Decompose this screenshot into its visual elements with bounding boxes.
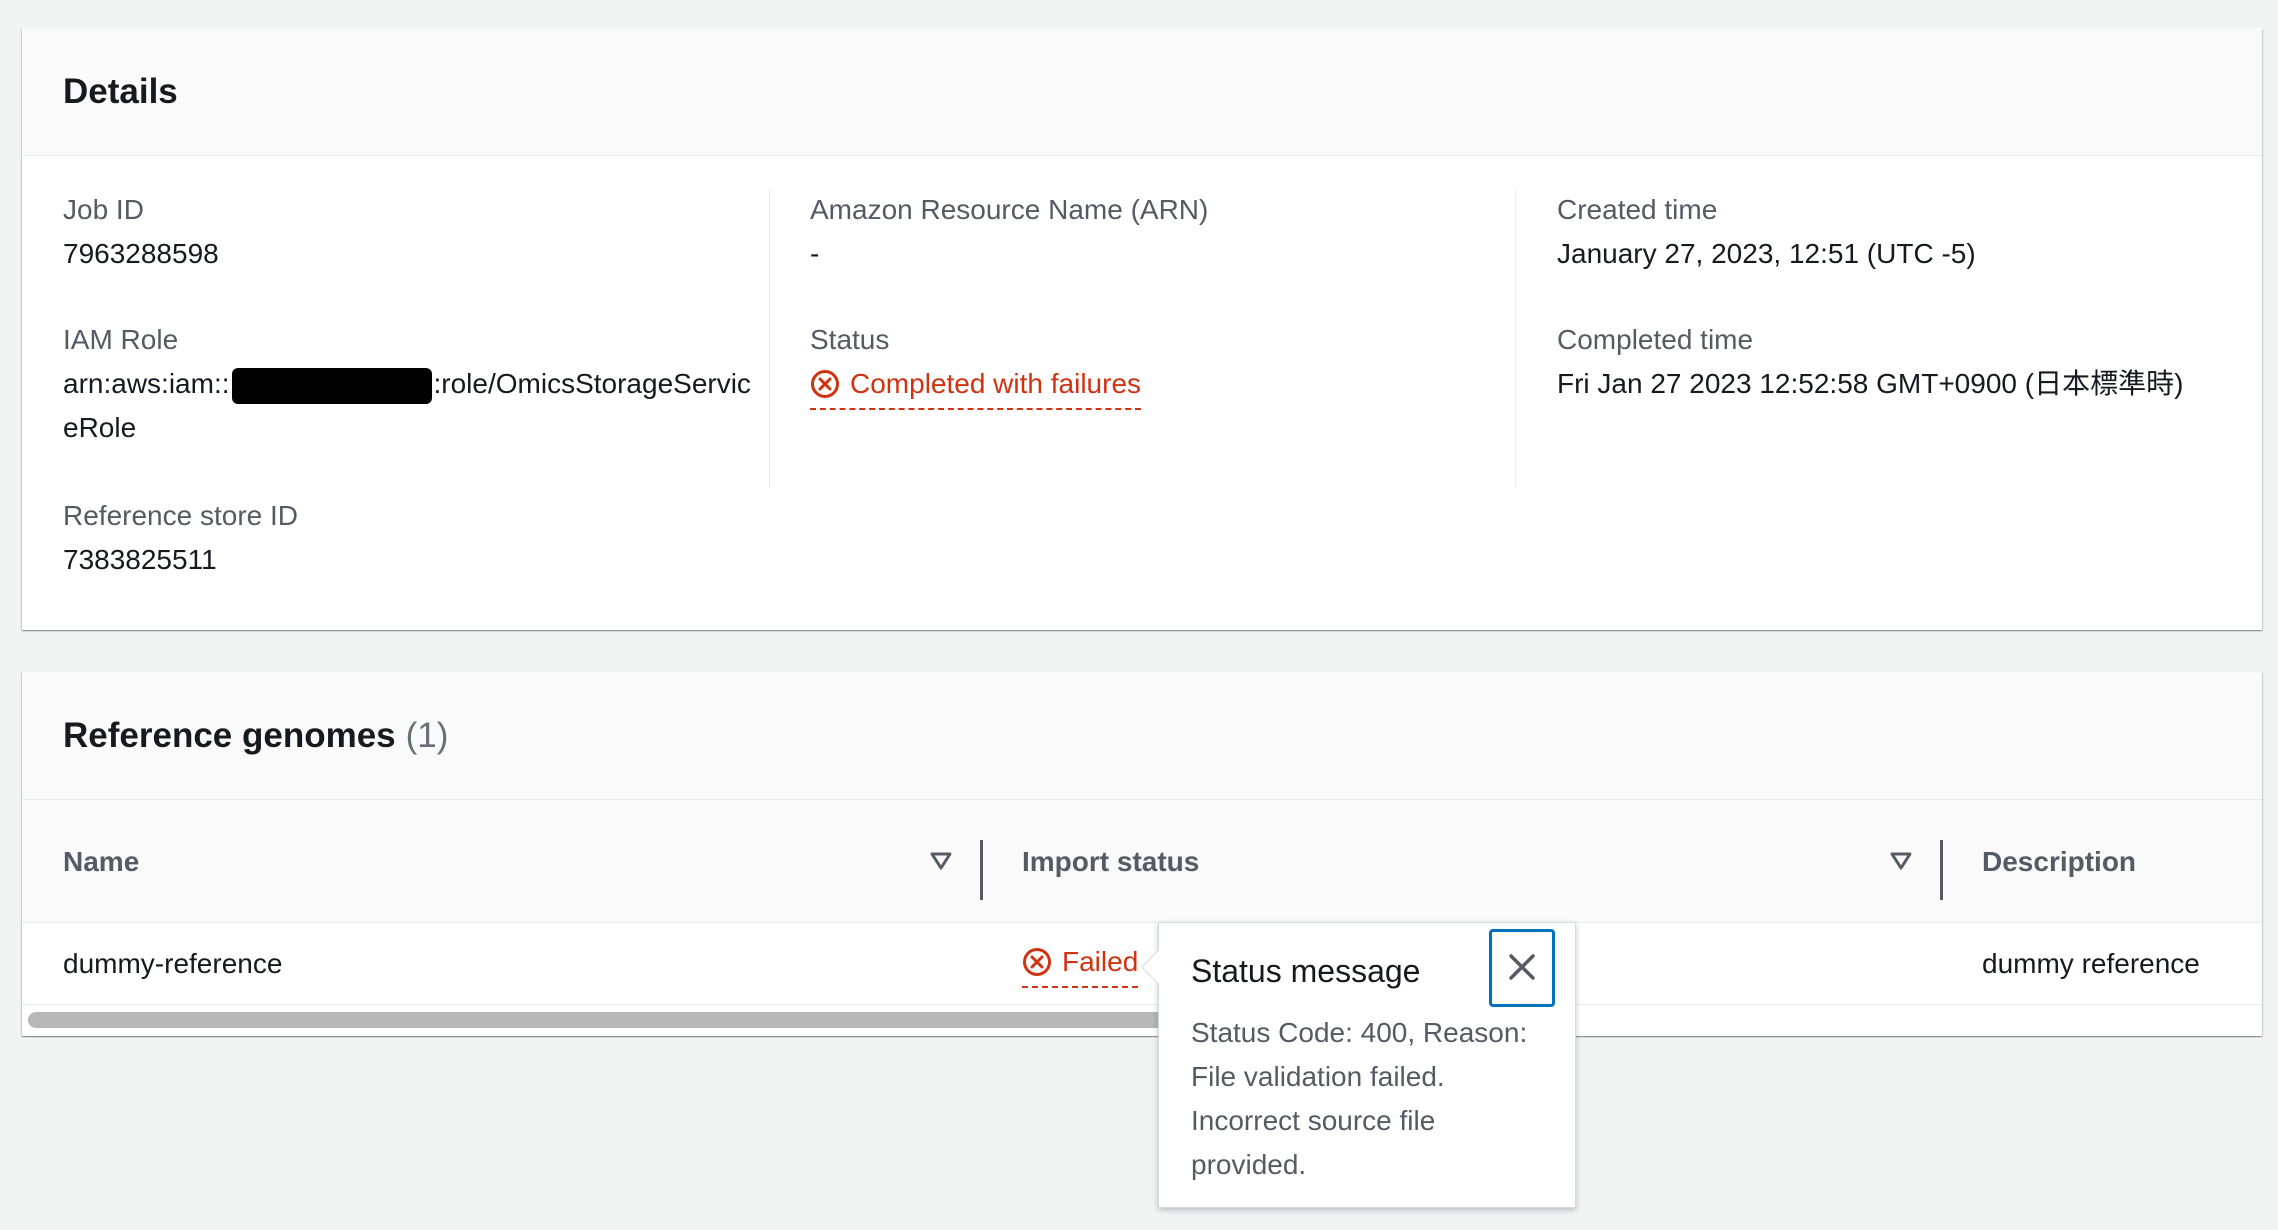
column-header-name[interactable]: Name <box>63 800 139 923</box>
horizontal-scrollbar[interactable] <box>28 1012 2256 1028</box>
table-row: dummy-reference Failed dummy reference <box>22 923 2262 1005</box>
column-header-description[interactable]: Description <box>1982 800 2136 923</box>
status-message-popover: Status message Status Code: 400, Reason:… <box>1141 922 1576 1208</box>
details-body: Job ID 7963288598 IAM Role arn:aws:iam::… <box>22 156 2262 629</box>
sort-down-icon[interactable] <box>1888 848 1914 874</box>
details-column-3: Created time January 27, 2023, 12:51 (UT… <box>1557 188 2257 488</box>
reference-store-value: 7383825511 <box>63 544 217 575</box>
close-button[interactable] <box>1489 929 1555 1007</box>
details-column-2: Amazon Resource Name (ARN) - Status Comp… <box>810 188 1510 488</box>
redacted-account-id <box>231 367 432 404</box>
table-header: Name Import status Description <box>22 800 2262 923</box>
iam-role-value: arn:aws:iam:::role/OmicsStorageServiceRo… <box>63 362 753 450</box>
scrollbar-thumb[interactable] <box>28 1012 1188 1028</box>
iam-role-label: IAM Role <box>63 324 179 355</box>
iam-role-prefix: arn:aws:iam:: <box>63 368 230 399</box>
column-header-import-status[interactable]: Import status <box>1022 800 1199 923</box>
created-time-value: January 27, 2023, 12:51 (UTC -5) <box>1557 238 1976 269</box>
status-field: Status Completed with failures <box>810 318 1500 410</box>
cell-import-status: Failed <box>1022 923 1139 1005</box>
created-time-field: Created time January 27, 2023, 12:51 (UT… <box>1557 188 2247 276</box>
details-panel: Details Job ID 7963288598 IAM Role arn:a… <box>22 28 2262 630</box>
reference-store-field: Reference store ID 7383825511 <box>63 494 753 582</box>
reference-store-label: Reference store ID <box>63 500 298 531</box>
reference-genomes-title: Reference genomes <box>63 715 396 755</box>
job-id-value: 7963288598 <box>63 238 219 269</box>
arn-value: - <box>810 238 820 269</box>
import-status-text: Failed <box>1062 946 1139 977</box>
details-column-1: Job ID 7963288598 IAM Role arn:aws:iam::… <box>63 188 763 575</box>
popover-body: Status Code: 400, Reason: File validatio… <box>1191 1017 1528 1180</box>
error-circle-icon <box>810 369 840 399</box>
close-icon <box>1507 952 1537 985</box>
error-circle-icon <box>1022 947 1052 977</box>
created-time-label: Created time <box>1557 194 1718 225</box>
arn-field: Amazon Resource Name (ARN) - <box>810 188 1500 276</box>
column-divider <box>769 189 770 488</box>
status-label: Status <box>810 324 890 355</box>
completed-time-label: Completed time <box>1557 324 1754 355</box>
column-divider <box>1515 189 1516 488</box>
details-title: Details <box>63 71 178 111</box>
cell-description: dummy reference <box>1982 948 2200 979</box>
import-status-indicator[interactable]: Failed <box>1022 940 1139 988</box>
reference-genomes-count: (1) <box>405 715 449 755</box>
column-resize-handle[interactable] <box>980 840 983 900</box>
completed-time-field: Completed time Fri Jan 27 2023 12:52:58 … <box>1557 318 2247 406</box>
job-id-field: Job ID 7963288598 <box>63 188 753 276</box>
status-indicator[interactable]: Completed with failures <box>810 362 1142 410</box>
status-text: Completed with failures <box>850 368 1142 399</box>
reference-genomes-panel: Reference genomes (1) Name Import status… <box>22 672 2262 1036</box>
details-header: Details <box>22 28 2262 156</box>
column-resize-handle[interactable] <box>1940 840 1943 900</box>
reference-genomes-header: Reference genomes (1) <box>22 672 2262 800</box>
iam-role-field: IAM Role arn:aws:iam:::role/OmicsStorage… <box>63 318 753 450</box>
sort-down-icon[interactable] <box>928 848 954 874</box>
arn-label: Amazon Resource Name (ARN) <box>810 194 1209 225</box>
cell-name: dummy-reference <box>63 948 283 979</box>
completed-time-value: Fri Jan 27 2023 12:52:58 GMT+0900 (日本標準時… <box>1557 368 2184 399</box>
job-id-label: Job ID <box>63 194 144 225</box>
